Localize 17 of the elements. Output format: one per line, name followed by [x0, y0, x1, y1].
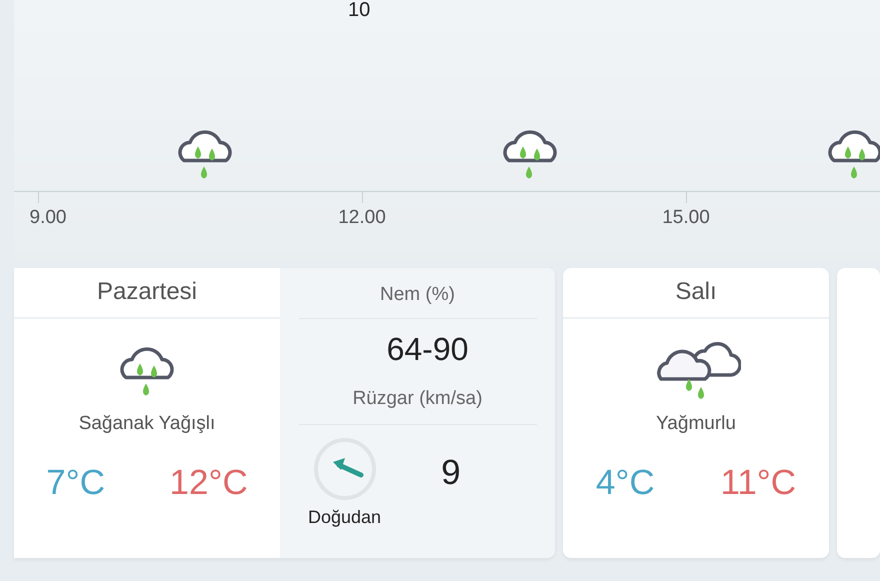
low-temperature: 7°C — [46, 463, 105, 503]
wind-speed: 9 — [441, 452, 461, 492]
wind-direction: Doğudan — [308, 507, 382, 528]
day-name: Salı — [563, 268, 829, 319]
humidity-value: 64-90 — [386, 331, 468, 368]
humidity-label: Nem (%) — [380, 284, 455, 306]
wind-label: Rüzgar (km/sa) — [352, 388, 482, 410]
high-temperature: 11°C — [720, 463, 796, 503]
weather-description: Sağanak Yağışlı — [78, 413, 216, 435]
chart-value-label: 10 — [348, 0, 370, 20]
time-label: 12.00 — [338, 207, 386, 229]
time-label: 15.00 — [662, 207, 710, 229]
wind-compass-icon — [312, 437, 377, 501]
high-temperature: 12°C — [170, 463, 248, 503]
time-label: 9.00 — [30, 207, 66, 229]
low-temperature: 4°C — [596, 463, 655, 503]
weather-description: Yağmurlu — [656, 413, 736, 435]
